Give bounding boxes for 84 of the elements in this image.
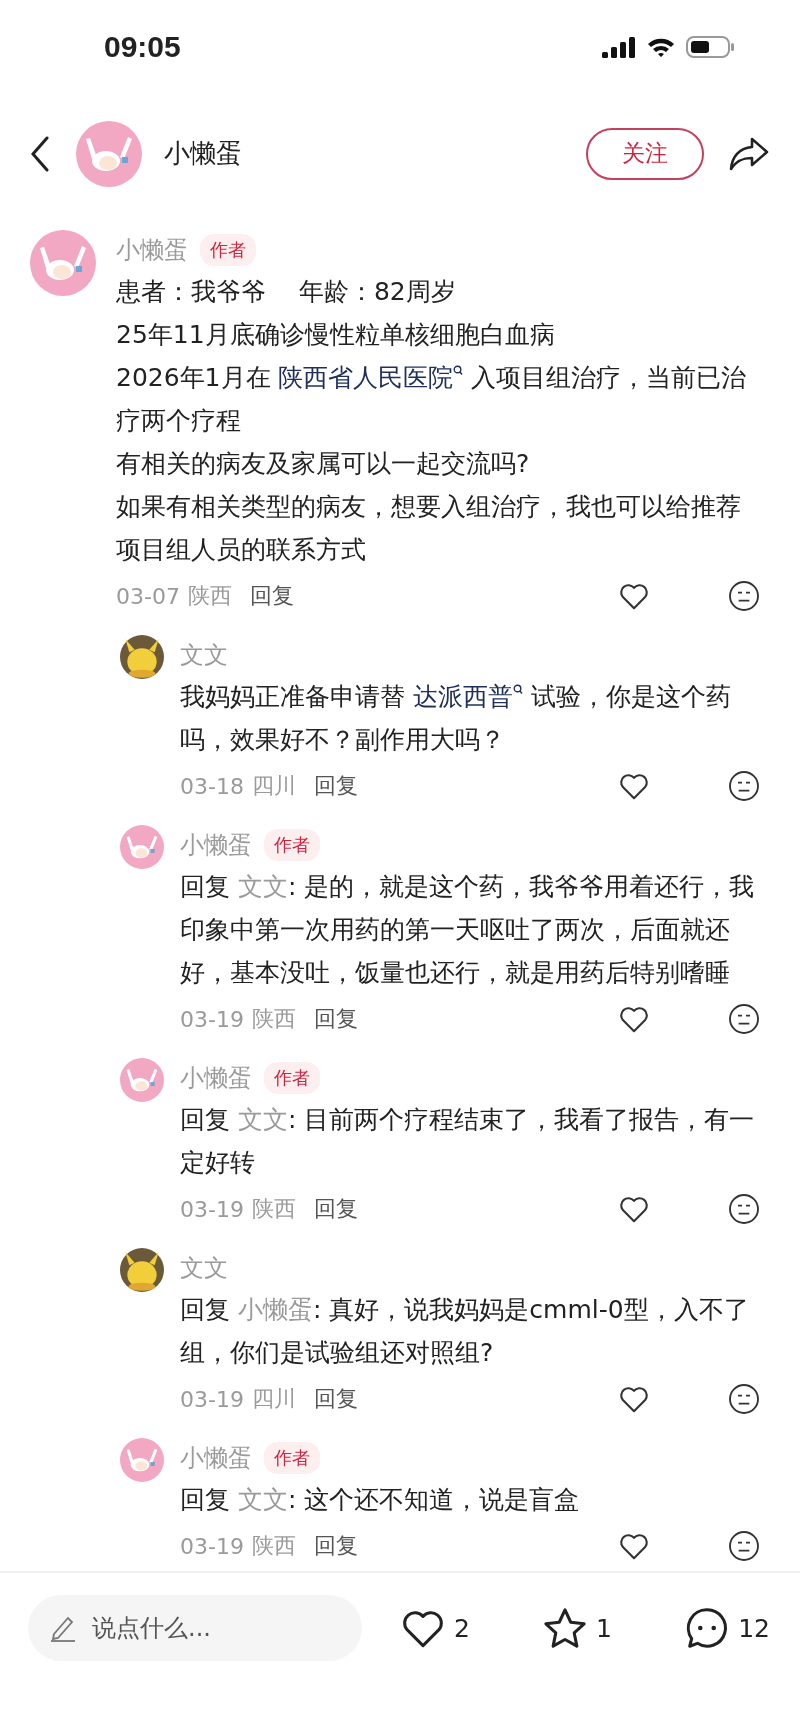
like-button[interactable] [618,1005,650,1034]
comment-location: 陕西 [187,582,232,611]
avatar [76,120,142,187]
avatar [120,1058,164,1103]
status-time: 09:05 [104,30,181,65]
comment-text: 回复 文文: 这个还不知道，说是盲盒 [180,1484,581,1517]
comment-text: 我妈妈正准备申请替 达派西普 试验，你是这个药吗，效果好不？副作用大吗？ [180,681,732,757]
comment-date: 03-19 [180,1534,244,1559]
author-badge: 作者 [200,234,256,267]
author-badge: 作者 [264,1062,320,1095]
dislike-button[interactable] [728,1383,760,1416]
back-button[interactable] [30,135,50,172]
link[interactable]: 达派西普 [412,682,523,712]
back-icon [30,135,50,172]
like-button[interactable] [618,772,650,801]
author-badge: 作者 [264,829,320,862]
search-icon [512,684,523,697]
comment-location: 陕西 [251,1532,296,1561]
reply-button[interactable]: 回复 [313,1194,358,1225]
comment-location: 陕西 [251,1195,296,1224]
heart-icon [618,1005,650,1034]
neutral-face-icon [728,580,760,613]
comment-text: 回复 文文: 是的，就是这个药，我爷爷用着还行，我印象中第一次用药的第一天呕吐了两次，后面就还好，基本没吐，饭量也还行，就是用药后特别嗜睡 [180,871,756,990]
neutral-face-icon [728,770,760,803]
dislike-button[interactable] [728,1530,760,1563]
reply-button[interactable]: 回复 [313,1384,358,1415]
like-count-button[interactable]: 2 [400,1595,470,1662]
wifi-icon [646,36,676,59]
share-icon [728,135,770,172]
favorite-button[interactable]: 1 [542,1595,612,1662]
comment-date: 03-19 [180,1387,244,1412]
like-button[interactable] [618,582,650,611]
search-icon [453,365,464,378]
neutral-face-icon [728,1530,760,1563]
heart-icon [618,1532,650,1561]
like-button[interactable] [618,1532,650,1561]
comment-date: 03-19 [180,1007,244,1032]
comments-button[interactable]: 12 [684,1595,770,1662]
follow-button[interactable]: 关注 [586,127,704,180]
dislike-button[interactable] [728,1193,760,1226]
comment-date: 03-18 [180,774,244,799]
avatar [120,1438,164,1483]
reply-button[interactable]: 回复 [313,1004,358,1035]
heart-icon [618,582,650,611]
author-badge: 作者 [264,1442,320,1475]
link[interactable]: 陕西省人民医院 [278,363,464,393]
comment-text: 有相关的病友及家属可以一起交流吗? [116,448,531,481]
comment-text: 2026年1月在 陕西省人民医院 入项目组治疗，当前已治疗两个疗程 [116,362,748,438]
share-button[interactable] [728,135,770,172]
reply-button[interactable]: 回复 [249,581,294,612]
heart-icon [618,772,650,801]
comment-date: 03-19 [180,1197,244,1222]
heart-icon [618,1385,650,1414]
reply-button[interactable]: 回复 [313,771,358,802]
comment-text: 患者：我爷爷 年龄：82周岁 [116,276,457,309]
dislike-button[interactable] [728,1003,760,1036]
comment-text: 回复 文文: 目前两个疗程结束了，我看了报告，有一定好转 [180,1104,756,1180]
avatar [30,230,96,297]
comment-input-field[interactable]: 说点什么... [28,1595,362,1662]
battery-icon [686,35,736,60]
comment-location: 陕西 [251,1005,296,1034]
pencil-icon [50,1614,76,1643]
like-button[interactable] [618,1385,650,1414]
avatar [120,635,164,680]
neutral-face-icon [728,1003,760,1036]
reply-button[interactable]: 回复 [313,1531,358,1562]
like-button[interactable] [618,1195,650,1224]
dislike-button[interactable] [728,770,760,803]
dislike-button[interactable] [728,580,760,613]
comment-date: 03-07 [116,584,180,609]
neutral-face-icon [728,1193,760,1226]
signal-icon [602,36,636,59]
comment-input[interactable]: 说点什么... [90,1613,334,1644]
neutral-face-icon [728,1383,760,1416]
star-icon [542,1606,589,1651]
heart-icon [618,1195,650,1224]
comment-location: 四川 [251,1385,296,1414]
comment-text: 25年11月底确诊慢性粒单核细胞白血病 [116,319,556,352]
comment-text: 如果有相关类型的病友，想要入组治疗，我也可以给推荐项目组人员的联系方式 [116,491,742,567]
page-title: 小懒蛋 [164,137,243,171]
comment-text: 回复 小懒蛋: 真好，说我妈妈是cmml-0型，入不了组，你们是试验组还对照组? [180,1294,750,1370]
avatar [120,825,164,870]
avatar [120,1248,164,1293]
comment-location: 四川 [251,772,296,801]
